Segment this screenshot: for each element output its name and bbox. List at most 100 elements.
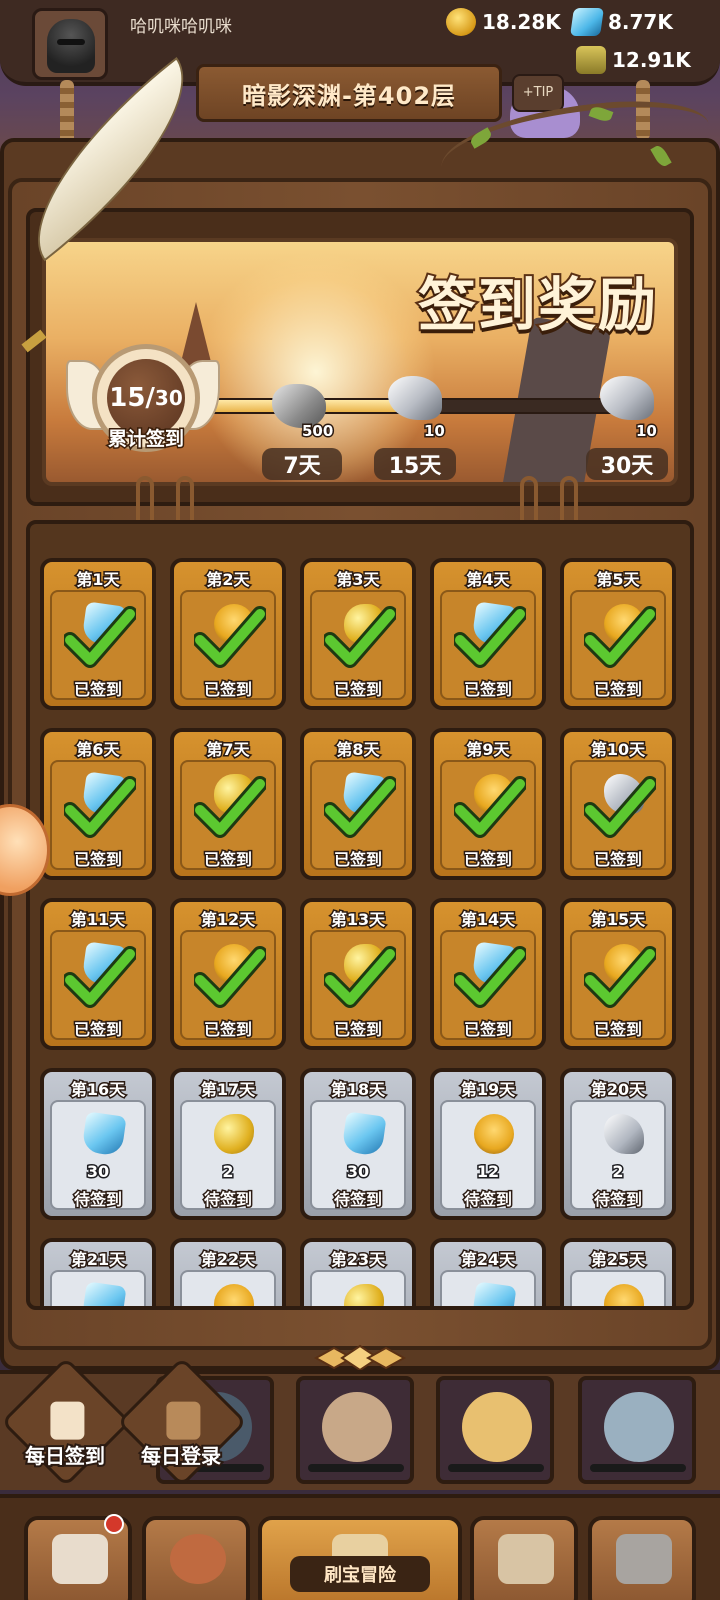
gift-box-icon	[166, 1401, 201, 1440]
day-panel: 已签到	[50, 930, 146, 1041]
nav-forge-button[interactable]	[588, 1516, 696, 1600]
hero-token-icon	[604, 1284, 644, 1306]
day-card[interactable]: 第1天 已签到	[40, 558, 156, 710]
potion-counter[interactable]: 12.91K	[576, 46, 691, 74]
day-title: 第25天	[589, 1249, 646, 1271]
day-card[interactable]: 第16天 30 待签到	[40, 1068, 156, 1220]
day-card[interactable]: 第17天 2 待签到	[170, 1068, 286, 1220]
day-panel: 12 待签到	[440, 1100, 536, 1211]
day-card[interactable]: 第4天 已签到	[430, 558, 546, 710]
day-card[interactable]: 第23天	[300, 1238, 416, 1306]
hero-card[interactable]	[296, 1376, 414, 1484]
reward-qty: 30	[85, 1161, 110, 1183]
nav-backpack-button[interactable]	[470, 1516, 578, 1600]
day-panel	[570, 1270, 666, 1306]
hero-token-icon	[214, 1284, 254, 1306]
gem-counter[interactable]: 8.77K	[570, 8, 673, 36]
banner-title: 签到奖励	[416, 269, 658, 341]
day-title: 第8天	[335, 739, 381, 761]
gold-scroll-icon	[214, 1114, 254, 1154]
nav-hero-button[interactable]	[142, 1516, 250, 1600]
checkmark-icon	[324, 946, 396, 1008]
silver-scroll-icon	[604, 1114, 644, 1154]
day-title: 第14天	[459, 909, 516, 931]
day-title: 第15天	[589, 909, 646, 931]
day-title: 第2天	[205, 569, 251, 591]
day-status: 待签到	[72, 1189, 123, 1211]
checkmark-icon	[194, 606, 266, 668]
reward-qty: 30	[345, 1161, 370, 1183]
day-panel: 30 待签到	[310, 1100, 406, 1211]
coin-counter[interactable]: 18.28K	[446, 8, 561, 36]
day-title: 第4天	[465, 569, 511, 591]
day-title: 第18天	[329, 1079, 386, 1101]
page-indicator	[313, 1344, 407, 1372]
day-card[interactable]: 第11天 已签到	[40, 898, 156, 1050]
milestone-day: 30天	[586, 448, 668, 480]
day-title: 第6天	[75, 739, 121, 761]
day-card[interactable]: 第12天 已签到	[170, 898, 286, 1050]
day-card[interactable]: 第21天	[40, 1238, 156, 1306]
player-avatar[interactable]	[32, 8, 108, 80]
day-status: 已签到	[332, 679, 383, 701]
day-panel: 已签到	[180, 930, 276, 1041]
day-card[interactable]: 第24天	[430, 1238, 546, 1306]
hero-card[interactable]	[436, 1376, 554, 1484]
player-name: 哈叽咪哈叽咪	[130, 17, 232, 37]
progress-label: 累计签到	[106, 427, 185, 452]
day-status: 已签到	[72, 849, 123, 871]
daily-checkin-label: 每日签到	[23, 1442, 107, 1470]
helmet-icon	[47, 19, 95, 73]
shop-icon	[52, 1534, 108, 1584]
day-panel	[180, 1270, 276, 1306]
day-card[interactable]: 第5天 已签到	[560, 558, 676, 710]
day-panel: 2 待签到	[180, 1100, 276, 1211]
checkmark-icon	[64, 776, 136, 838]
day-card[interactable]: 第6天已签到	[40, 728, 156, 880]
hero-hp-bar	[448, 1464, 544, 1472]
day-status: 已签到	[202, 849, 253, 871]
day-card[interactable]: 第19天 12 待签到	[430, 1068, 546, 1220]
day-card[interactable]: 第18天 30 待签到	[300, 1068, 416, 1220]
day-card[interactable]: 第8天 已签到	[300, 728, 416, 880]
checkmark-icon	[324, 776, 396, 838]
day-title: 第21天	[69, 1249, 126, 1271]
day-status: 已签到	[592, 849, 643, 871]
reward-qty: 12	[475, 1161, 500, 1183]
day-card[interactable]: 第20天 2 待签到	[560, 1068, 676, 1220]
checkmark-icon	[584, 776, 656, 838]
milestone-day: 7天	[262, 448, 342, 480]
day-card[interactable]: 第15天 已签到	[560, 898, 676, 1050]
hero-face-icon	[322, 1392, 392, 1462]
day-title: 第12天	[199, 909, 256, 931]
daily-login-label: 每日登录	[139, 1442, 223, 1470]
floor-title-banner: 暗影深渊-第402层	[196, 64, 502, 122]
progress-total: 30	[154, 386, 183, 410]
calendar-check-icon	[50, 1401, 85, 1440]
nav-shop-button[interactable]	[24, 1514, 132, 1600]
day-card[interactable]: 第14天 已签到	[430, 898, 546, 1050]
day-card[interactable]: 第7天 已签到	[170, 728, 286, 880]
pager-diamond	[365, 1346, 407, 1370]
hero-face-icon	[462, 1392, 532, 1462]
day-card[interactable]: 第22天	[170, 1238, 286, 1306]
day-card[interactable]: 第25天	[560, 1238, 676, 1306]
day-card[interactable]: 第13天 已签到	[300, 898, 416, 1050]
day-title: 第22天	[199, 1249, 256, 1271]
checkmark-icon	[64, 606, 136, 668]
day-card[interactable]: 第3天 已签到	[300, 558, 416, 710]
blue-gem-icon	[471, 1281, 517, 1306]
hero-token-icon	[474, 1114, 514, 1154]
potion-value: 12.91K	[612, 48, 691, 72]
hero-card[interactable]	[578, 1376, 696, 1484]
day-card[interactable]: 第10天 已签到	[560, 728, 676, 880]
checkmark-icon	[454, 606, 526, 668]
day-card[interactable]: 第9天 已签到	[430, 728, 546, 880]
floor-title: 暗影深渊-第402层	[241, 81, 457, 110]
reward-qty: 2	[611, 1161, 625, 1183]
day-title: 第5天	[595, 569, 641, 591]
day-card[interactable]: 第2天 已签到	[170, 558, 286, 710]
day-panel: 已签到	[570, 930, 666, 1041]
info-button[interactable]: +TIP	[512, 74, 564, 112]
day-status: 已签到	[332, 1019, 383, 1041]
